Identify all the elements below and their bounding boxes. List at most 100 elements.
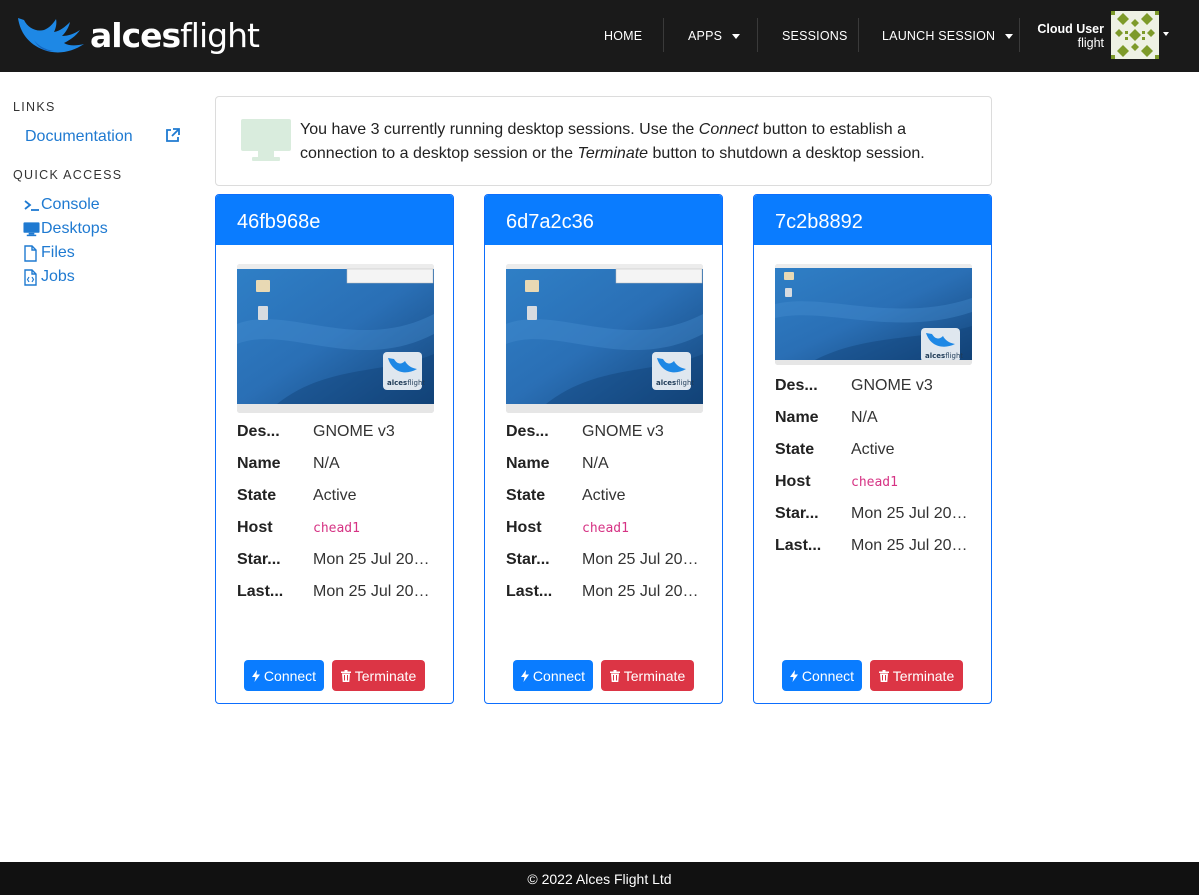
- detail-key: State: [506, 487, 546, 504]
- svg-text:alcesflight: alcesflight: [656, 379, 694, 387]
- detail-row: Des... GNOME v3: [775, 377, 985, 409]
- session-id: 7c2b8892: [754, 195, 991, 245]
- user-username: flight: [1077, 36, 1104, 50]
- detail-row: Star... Mon 25 Jul 202...: [506, 551, 716, 583]
- nav-divider: [858, 18, 859, 52]
- detail-value: GNOME v3: [851, 377, 933, 394]
- session-details: Des... GNOME v3 Name N/A State Active Host c…: [237, 423, 447, 615]
- terminate-button[interactable]: Terminate: [332, 660, 425, 691]
- trash-icon: [878, 669, 889, 682]
- connect-button[interactable]: Connect: [513, 660, 593, 691]
- detail-row: Name N/A: [506, 455, 716, 487]
- detail-key: Star...: [506, 551, 550, 568]
- connect-button[interactable]: Connect: [782, 660, 862, 691]
- detail-key: Name: [237, 455, 281, 472]
- detail-key: Star...: [237, 551, 281, 568]
- detail-key: Last...: [506, 583, 553, 600]
- detail-row: State Active: [237, 487, 447, 519]
- detail-row: Star... Mon 25 Jul 202...: [775, 505, 985, 537]
- nav-launch-session[interactable]: LAUNCH SESSION: [882, 0, 1014, 72]
- detail-row: State Active: [506, 487, 716, 519]
- detail-key: Host: [775, 473, 811, 490]
- top-navbar: alcesflight HOME APPS SESSIONS LAUNCH SE…: [0, 0, 1199, 72]
- page-footer: © 2022 Alces Flight Ltd: [0, 862, 1199, 895]
- detail-key: State: [237, 487, 277, 504]
- svg-text:alcesflight: alcesflight: [387, 379, 425, 387]
- chevron-down-icon: [1163, 32, 1169, 36]
- sidebar-item-jobs[interactable]: Jobs: [23, 268, 75, 286]
- external-link-icon[interactable]: [164, 127, 181, 144]
- nav-sessions[interactable]: SESSIONS: [782, 0, 848, 72]
- connect-button[interactable]: Connect: [244, 660, 324, 691]
- session-card: 7c2b8892 alcesflight Des... GNOME v3 Name…: [753, 194, 992, 704]
- sidebar-item-files[interactable]: Files: [23, 244, 75, 262]
- detail-value: Mon 25 Jul 202...: [582, 583, 704, 600]
- nav-divider: [663, 18, 664, 52]
- detail-value: N/A: [851, 409, 878, 426]
- detail-key: Des...: [506, 423, 549, 440]
- desktop-screenshot[interactable]: alcesflight: [237, 264, 434, 413]
- detail-key: Star...: [775, 505, 819, 522]
- session-details: Des... GNOME v3 Name N/A State Active Host c…: [506, 423, 716, 615]
- code-file-icon: [23, 268, 40, 286]
- detail-value: Mon 25 Jul 202...: [313, 551, 435, 568]
- desktop-screenshot[interactable]: alcesflight: [775, 264, 972, 365]
- detail-value: chead1: [851, 475, 898, 490]
- trash-icon: [340, 669, 351, 682]
- detail-row: Des... GNOME v3: [237, 423, 447, 455]
- nav-home[interactable]: HOME: [604, 0, 642, 72]
- session-details: Des... GNOME v3 Name N/A State Active Host c…: [775, 377, 985, 569]
- sidebar-link-documentation[interactable]: Documentation: [25, 128, 133, 146]
- sidebar-item-console[interactable]: Console: [23, 196, 100, 214]
- brand-logo[interactable]: alcesflight: [14, 8, 260, 62]
- detail-key: Name: [775, 409, 819, 426]
- bolt-icon: [251, 669, 260, 682]
- desktop-screenshot[interactable]: alcesflight: [506, 264, 703, 413]
- file-icon: [23, 244, 40, 262]
- terminate-button[interactable]: Terminate: [870, 660, 963, 691]
- detail-value: Active: [582, 487, 626, 504]
- chevron-down-icon: [1005, 33, 1014, 39]
- sessions-info-text: You have 3 currently running desktop ses…: [300, 121, 925, 162]
- detail-row: Last... Mon 25 Jul 202...: [506, 583, 716, 615]
- session-card: 46fb968e alcesflight Des... GNOME v3 Name…: [215, 194, 454, 704]
- sidebar-item-desktops[interactable]: Desktops: [23, 220, 108, 238]
- detail-key: Des...: [237, 423, 280, 440]
- desktop-icon: [23, 220, 40, 238]
- detail-value: N/A: [313, 455, 340, 472]
- detail-row: Host chead1: [775, 473, 985, 505]
- sessions-info-alert: You have 3 currently running desktop ses…: [215, 96, 992, 186]
- monitor-icon: [241, 119, 291, 161]
- session-card: 6d7a2c36 alcesflight Des... GNOME v3 Name…: [484, 194, 723, 704]
- detail-key: Host: [237, 519, 273, 536]
- detail-key: Des...: [775, 377, 818, 394]
- detail-row: Last... Mon 25 Jul 202...: [237, 583, 447, 615]
- detail-row: Star... Mon 25 Jul 202...: [237, 551, 447, 583]
- bolt-icon: [789, 669, 798, 682]
- terminal-icon: [23, 196, 40, 214]
- antler-logo-icon: [18, 18, 84, 53]
- svg-text:alcesflight: alcesflight: [925, 352, 963, 360]
- detail-value: Active: [313, 487, 357, 504]
- detail-value: chead1: [313, 521, 360, 536]
- detail-row: Last... Mon 25 Jul 202...: [775, 537, 985, 569]
- detail-row: State Active: [775, 441, 985, 473]
- sidebar-quick-access-heading: QUICK ACCESS: [13, 168, 123, 182]
- detail-value: GNOME v3: [313, 423, 395, 440]
- detail-value: Mon 25 Jul 202...: [851, 537, 973, 554]
- avatar: [1111, 11, 1159, 59]
- detail-row: Des... GNOME v3: [506, 423, 716, 455]
- trash-icon: [609, 669, 620, 682]
- detail-row: Host chead1: [237, 519, 447, 551]
- nav-apps[interactable]: APPS: [688, 0, 741, 72]
- session-id: 46fb968e: [216, 195, 453, 245]
- detail-value: GNOME v3: [582, 423, 664, 440]
- detail-value: N/A: [582, 455, 609, 472]
- terminate-button[interactable]: Terminate: [601, 660, 694, 691]
- user-menu[interactable]: Cloud User flight: [1020, 11, 1170, 59]
- nav-divider: [757, 18, 758, 52]
- brand-name: alcesflight: [90, 15, 260, 55]
- bolt-icon: [520, 669, 529, 682]
- footer-copyright: © 2022 Alces Flight Ltd: [527, 870, 672, 887]
- chevron-down-icon: [732, 33, 741, 39]
